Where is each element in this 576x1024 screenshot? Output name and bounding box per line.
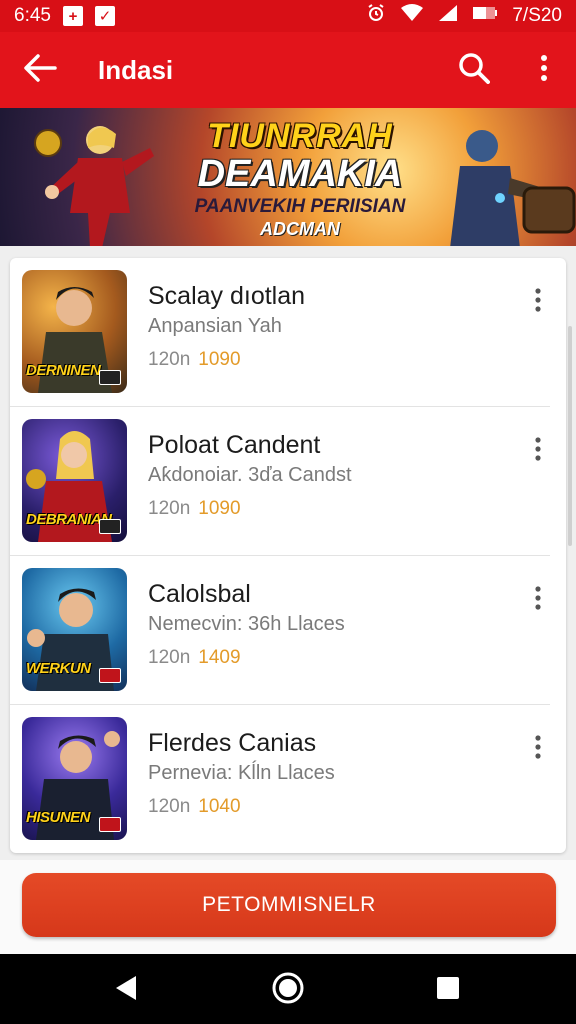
controller-badge-icon	[99, 370, 121, 385]
banner-hero-left-image	[30, 118, 160, 246]
battery-icon	[472, 5, 498, 27]
item-menu-button[interactable]	[526, 584, 550, 616]
more-vertical-icon	[535, 436, 541, 466]
alarm-icon	[366, 3, 386, 29]
app-title: Indasi	[98, 54, 174, 85]
item-subtitle: Pernevia: Kĺln Llaces	[148, 762, 335, 784]
search-button[interactable]	[450, 46, 498, 94]
banner-headline: TIUNRRAH DEAMAKIA PAANVEKIH PERIISIAN AD…	[160, 118, 440, 240]
nav-home-button[interactable]	[268, 972, 308, 1008]
item-subtitle: Aƙdonoiar. 3ďa Candst	[148, 464, 352, 486]
game-thumbnail: DERNINEN	[22, 270, 127, 393]
item-meta: 120n 1040	[148, 796, 241, 818]
wifi-icon	[400, 4, 424, 28]
game-list: DERNINEN Scalay dıotlan Anpansian Yah 12…	[10, 258, 566, 853]
plus-notification-icon: +	[62, 6, 83, 26]
signal-icon	[438, 4, 458, 28]
item-meta-value: 120n	[148, 647, 191, 668]
item-meta: 120n 1090	[148, 498, 241, 520]
item-subtitle: Nemecvin: 36h Llaces	[148, 613, 345, 635]
search-icon	[458, 52, 490, 89]
controller-badge-icon	[99, 519, 121, 534]
game-thumbnail: WERKUN	[22, 568, 127, 691]
item-meta-value: 120n	[148, 498, 191, 519]
item-title: Calolsbal	[148, 580, 251, 608]
list-item[interactable]: DEBRANIAN Poloat Candent Aƙdonoiar. 3ďa …	[10, 407, 550, 556]
thumbnail-label: WERKUN	[26, 660, 91, 677]
item-title: Scalay dıotlan	[148, 282, 306, 310]
nav-back-button[interactable]	[106, 972, 146, 1008]
item-meta-value: 120n	[148, 796, 191, 817]
system-navigation-bar	[0, 954, 576, 1024]
status-right-text: 7/S20	[512, 5, 562, 26]
controller-badge-icon	[99, 668, 121, 683]
item-meta: 120n 1409	[148, 647, 241, 669]
overflow-menu-button[interactable]	[522, 46, 566, 94]
list-item[interactable]: WERKUN Calolsbal Nemecvin: 36h Llaces 12…	[10, 556, 550, 705]
triangle-back-icon	[114, 975, 138, 1006]
list-item[interactable]: HISUNEN Flerdes Canias Pernevia: Kĺln Ll…	[10, 705, 550, 853]
banner-subtitle-line2: ADCMAN	[260, 219, 340, 239]
thumbnail-label: HISUNEN	[26, 809, 91, 826]
square-recents-icon	[436, 976, 460, 1005]
scrollbar[interactable]	[568, 326, 572, 546]
item-meta-accent: 1040	[198, 796, 241, 817]
primary-action-button[interactable]: PETOMMISNELR	[22, 873, 556, 937]
nav-recents-button[interactable]	[428, 972, 468, 1008]
app-bar: Indasi	[0, 32, 576, 108]
promo-banner[interactable]: TIUNRRAH DEAMAKIA PAANVEKIH PERIISIAN AD…	[0, 108, 576, 246]
item-meta: 120n 1090	[148, 349, 241, 371]
item-title: Flerdes Canias	[148, 729, 317, 757]
back-button[interactable]	[0, 32, 80, 108]
item-menu-button[interactable]	[526, 286, 550, 318]
more-vertical-icon	[540, 54, 548, 87]
more-vertical-icon	[535, 287, 541, 317]
more-vertical-icon	[535, 585, 541, 615]
banner-title-line2: DEAMAKIA	[197, 153, 403, 195]
controller-badge-icon	[99, 817, 121, 832]
status-bar: 6:45 + ✓ 7/S20	[0, 0, 576, 32]
item-meta-accent: 1409	[198, 647, 241, 668]
banner-hero-right-image	[420, 118, 576, 246]
arrow-left-icon	[23, 53, 57, 88]
item-menu-button[interactable]	[526, 733, 550, 765]
item-menu-button[interactable]	[526, 435, 550, 467]
item-subtitle: Anpansian Yah	[148, 315, 282, 337]
circle-home-icon	[271, 971, 305, 1010]
status-time: 6:45	[14, 5, 51, 26]
more-vertical-icon	[535, 734, 541, 764]
list-item[interactable]: DERNINEN Scalay dıotlan Anpansian Yah 12…	[10, 258, 550, 407]
item-title: Poloat Candent	[148, 431, 321, 459]
game-thumbnail: HISUNEN	[22, 717, 127, 840]
item-meta-value: 120n	[148, 349, 191, 370]
item-meta-accent: 1090	[198, 349, 241, 370]
game-thumbnail: DEBRANIAN	[22, 419, 127, 542]
banner-title-line1: TIUNRRAH	[207, 117, 393, 155]
banner-subtitle-line1: PAANVEKIH PERIISIAN	[194, 196, 406, 217]
item-meta-accent: 1090	[198, 498, 241, 519]
thumbnail-label: DERNINEN	[26, 362, 101, 379]
check-notification-icon: ✓	[94, 6, 115, 26]
